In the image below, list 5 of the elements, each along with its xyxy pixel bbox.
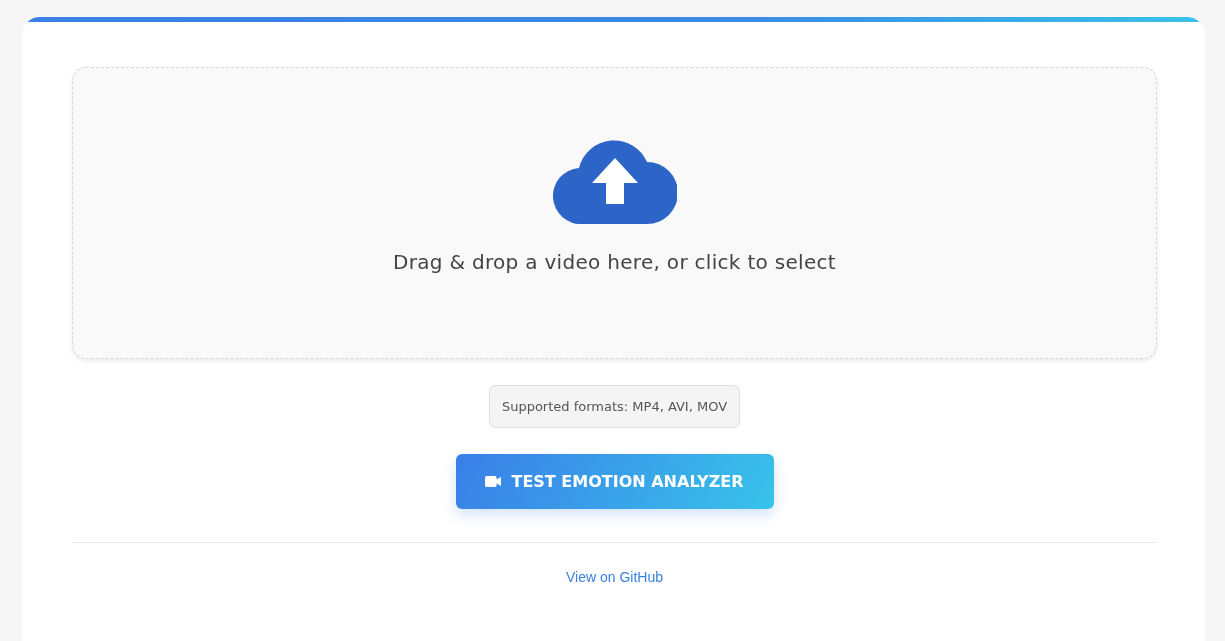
- dropzone-prompt: Drag & drop a video here, or click to select: [393, 250, 836, 274]
- upload-dropzone[interactable]: Drag & drop a video here, or click to select: [72, 67, 1157, 359]
- test-analyzer-button[interactable]: TEST EMOTION ANALYZER: [455, 454, 774, 509]
- formats-note: Supported formats: MP4, AVI, MOV: [488, 385, 741, 428]
- github-link[interactable]: View on GitHub: [566, 569, 663, 585]
